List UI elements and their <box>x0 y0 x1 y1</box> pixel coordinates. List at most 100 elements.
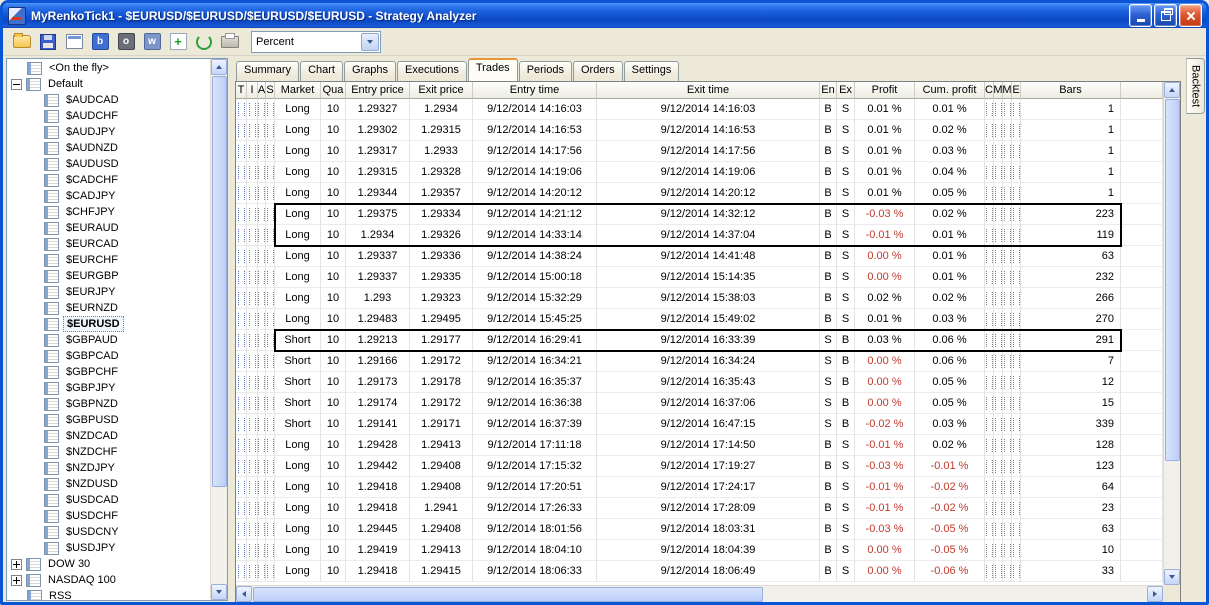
column-header-e[interactable]: E <box>1012 82 1021 99</box>
tab-graphs[interactable]: Graphs <box>343 61 397 81</box>
tree-item-audchf[interactable]: $AUDCHF <box>7 108 210 124</box>
tab-periods[interactable]: Periods <box>518 61 572 81</box>
column-header-bars[interactable]: Bars <box>1021 82 1121 99</box>
tree-item-gbpchf[interactable]: $GBPCHF <box>7 364 210 380</box>
minimize-button[interactable] <box>1129 4 1152 27</box>
save-button[interactable] <box>35 30 61 54</box>
tree-item-cadchf[interactable]: $CADCHF <box>7 172 210 188</box>
tree-item-eurgbp[interactable]: $EURGBP <box>7 268 210 284</box>
tree-item-usdjpy[interactable]: $USDJPY <box>7 540 210 556</box>
trade-row[interactable]: Long 10 1.29428 1.29413 9/12/2014 17:11:18 9/… <box>236 435 1163 456</box>
column-header-t[interactable]: T <box>236 82 247 99</box>
tab-chart[interactable]: Chart <box>300 61 343 81</box>
tree-item-euraud[interactable]: $EURAUD <box>7 220 210 236</box>
trade-row[interactable]: Short 10 1.29173 1.29178 9/12/2014 16:35:37 9… <box>236 372 1163 393</box>
trade-row[interactable]: Short 10 1.29174 1.29172 9/12/2014 16:36:38 9… <box>236 393 1163 414</box>
tree-item-audjpy[interactable]: $AUDJPY <box>7 124 210 140</box>
tree-item-rss[interactable]: RSS <box>7 588 210 600</box>
column-header-cum-profit[interactable]: Cum. profit <box>915 82 985 99</box>
tree-item-cadjpy[interactable]: $CADJPY <box>7 188 210 204</box>
tree-item-nasdaq-100[interactable]: NASDAQ 100 <box>7 572 210 588</box>
trade-row[interactable]: Short 10 1.29213 1.29177 9/12/2014 16:29:41 9… <box>236 330 1163 351</box>
trade-row[interactable]: Long 10 1.293 1.29323 9/12/2014 15:32:29 9/12… <box>236 288 1163 309</box>
tree-item-eurjpy[interactable]: $EURJPY <box>7 284 210 300</box>
chart-window-button[interactable] <box>61 30 87 54</box>
scroll-down-icon[interactable] <box>1164 569 1180 585</box>
column-header-s[interactable]: S <box>266 82 275 99</box>
trade-row[interactable]: Long 10 1.29418 1.2941 9/12/2014 17:26:33 9/1… <box>236 498 1163 519</box>
column-header-entry-time[interactable]: Entry time <box>473 82 597 99</box>
print-button[interactable] <box>217 30 243 54</box>
add-button[interactable]: + <box>165 30 191 54</box>
tree-item-gbpcad[interactable]: $GBPCAD <box>7 348 210 364</box>
trade-row[interactable]: Long 10 1.2934 1.29326 9/12/2014 14:33:14 9/1… <box>236 225 1163 246</box>
column-header-a[interactable]: A <box>258 82 266 99</box>
tree-item-gbpnzd[interactable]: $GBPNZD <box>7 396 210 412</box>
table-vertical-scrollbar[interactable] <box>1163 82 1180 585</box>
tree-item-default[interactable]: Default <box>7 76 210 92</box>
table-vscroll-thumb[interactable] <box>1165 99 1180 462</box>
titlebar[interactable]: MyRenkoTick1 - $EURUSD/$EURUSD/$EURUSD/$… <box>3 3 1206 28</box>
tree-item-nzdusd[interactable]: $NZDUSD <box>7 476 210 492</box>
tree-item-nzdjpy[interactable]: $NZDJPY <box>7 460 210 476</box>
column-header-qua[interactable]: Qua <box>321 82 346 99</box>
trade-row[interactable]: Long 10 1.29317 1.2933 9/12/2014 14:17:56 9/1… <box>236 141 1163 162</box>
tree-item-audusd[interactable]: $AUDUSD <box>7 156 210 172</box>
tree-item-eurnzd[interactable]: $EURNZD <box>7 300 210 316</box>
close-button[interactable] <box>1179 4 1202 27</box>
trade-row[interactable]: Short 10 1.29141 1.29171 9/12/2014 16:37:39 9… <box>236 414 1163 435</box>
scroll-up-icon[interactable] <box>1164 82 1180 98</box>
table-horizontal-scrollbar[interactable] <box>236 585 1163 602</box>
column-header-exit-time[interactable]: Exit time <box>597 82 820 99</box>
display-unit-dropdown[interactable]: Percent <box>251 30 381 53</box>
letter-b-button[interactable]: b <box>87 30 113 54</box>
trade-row[interactable]: Long 10 1.29327 1.2934 9/12/2014 14:16:03 9/1… <box>236 99 1163 120</box>
tree-item-gbpaud[interactable]: $GBPAUD <box>7 332 210 348</box>
trade-row[interactable]: Long 10 1.29418 1.29408 9/12/2014 17:20:51 9/… <box>236 477 1163 498</box>
tree-item-gbpusd[interactable]: $GBPUSD <box>7 412 210 428</box>
tree-item-usdcny[interactable]: $USDCNY <box>7 524 210 540</box>
column-header-m[interactable]: M <box>1003 82 1012 99</box>
scroll-right-icon[interactable] <box>1147 586 1163 602</box>
column-header-spacer[interactable] <box>1121 82 1163 99</box>
tree-item-dow-30[interactable]: DOW 30 <box>7 556 210 572</box>
column-header-c[interactable]: C <box>985 82 994 99</box>
tree-item-on-the-fly[interactable]: <On the fly> <box>7 60 210 76</box>
trade-row[interactable]: Long 10 1.29302 1.29315 9/12/2014 14:16:53 9/… <box>236 120 1163 141</box>
expand-icon[interactable] <box>11 558 22 570</box>
tree-scrollbar-thumb[interactable] <box>212 76 227 488</box>
scroll-left-icon[interactable] <box>236 586 252 602</box>
column-header-profit[interactable]: Profit <box>855 82 915 99</box>
chevron-down-icon[interactable] <box>361 32 379 51</box>
collapse-icon[interactable] <box>11 78 22 90</box>
tab-settings[interactable]: Settings <box>623 61 680 81</box>
column-header-market[interactable]: Market <box>275 82 321 99</box>
open-button[interactable] <box>9 30 35 54</box>
tree-item-chfjpy[interactable]: $CHFJPY <box>7 204 210 220</box>
column-header-ex[interactable]: Ex <box>837 82 855 99</box>
letter-o-button[interactable]: o <box>113 30 139 54</box>
column-header-en[interactable]: En <box>820 82 837 99</box>
backtest-side-tab[interactable]: Backtest <box>1186 58 1205 114</box>
tree-item-audnzd[interactable]: $AUDNZD <box>7 140 210 156</box>
tab-executions[interactable]: Executions <box>397 61 467 81</box>
trade-row[interactable]: Long 10 1.29375 1.29334 9/12/2014 14:21:12 9/… <box>236 204 1163 225</box>
trade-row[interactable]: Short 10 1.29166 1.29172 9/12/2014 16:34:21 9… <box>236 351 1163 372</box>
tree-item-nzdcad[interactable]: $NZDCAD <box>7 428 210 444</box>
column-header-m[interactable]: M <box>994 82 1003 99</box>
restore-button[interactable] <box>1154 4 1177 27</box>
tab-summary[interactable]: Summary <box>236 61 300 81</box>
scroll-up-icon[interactable] <box>211 59 227 75</box>
trade-row[interactable]: Long 10 1.29344 1.29357 9/12/2014 14:20:12 9/… <box>236 183 1163 204</box>
trade-row[interactable]: Long 10 1.29445 1.29408 9/12/2014 18:01:56 9/… <box>236 519 1163 540</box>
tab-orders[interactable]: Orders <box>572 61 623 81</box>
trade-row[interactable]: Long 10 1.29483 1.29495 9/12/2014 15:45:25 9/… <box>236 309 1163 330</box>
trade-row[interactable]: Long 10 1.29419 1.29413 9/12/2014 18:04:10 9/… <box>236 540 1163 561</box>
column-header-entry-price[interactable]: Entry price <box>346 82 410 99</box>
tree-item-gbpjpy[interactable]: $GBPJPY <box>7 380 210 396</box>
tab-trades[interactable]: Trades <box>467 58 518 81</box>
expand-icon[interactable] <box>11 574 22 586</box>
column-header-exit-price[interactable]: Exit price <box>410 82 473 99</box>
tree-item-audcad[interactable]: $AUDCAD <box>7 92 210 108</box>
table-hscroll-thumb[interactable] <box>253 587 763 602</box>
